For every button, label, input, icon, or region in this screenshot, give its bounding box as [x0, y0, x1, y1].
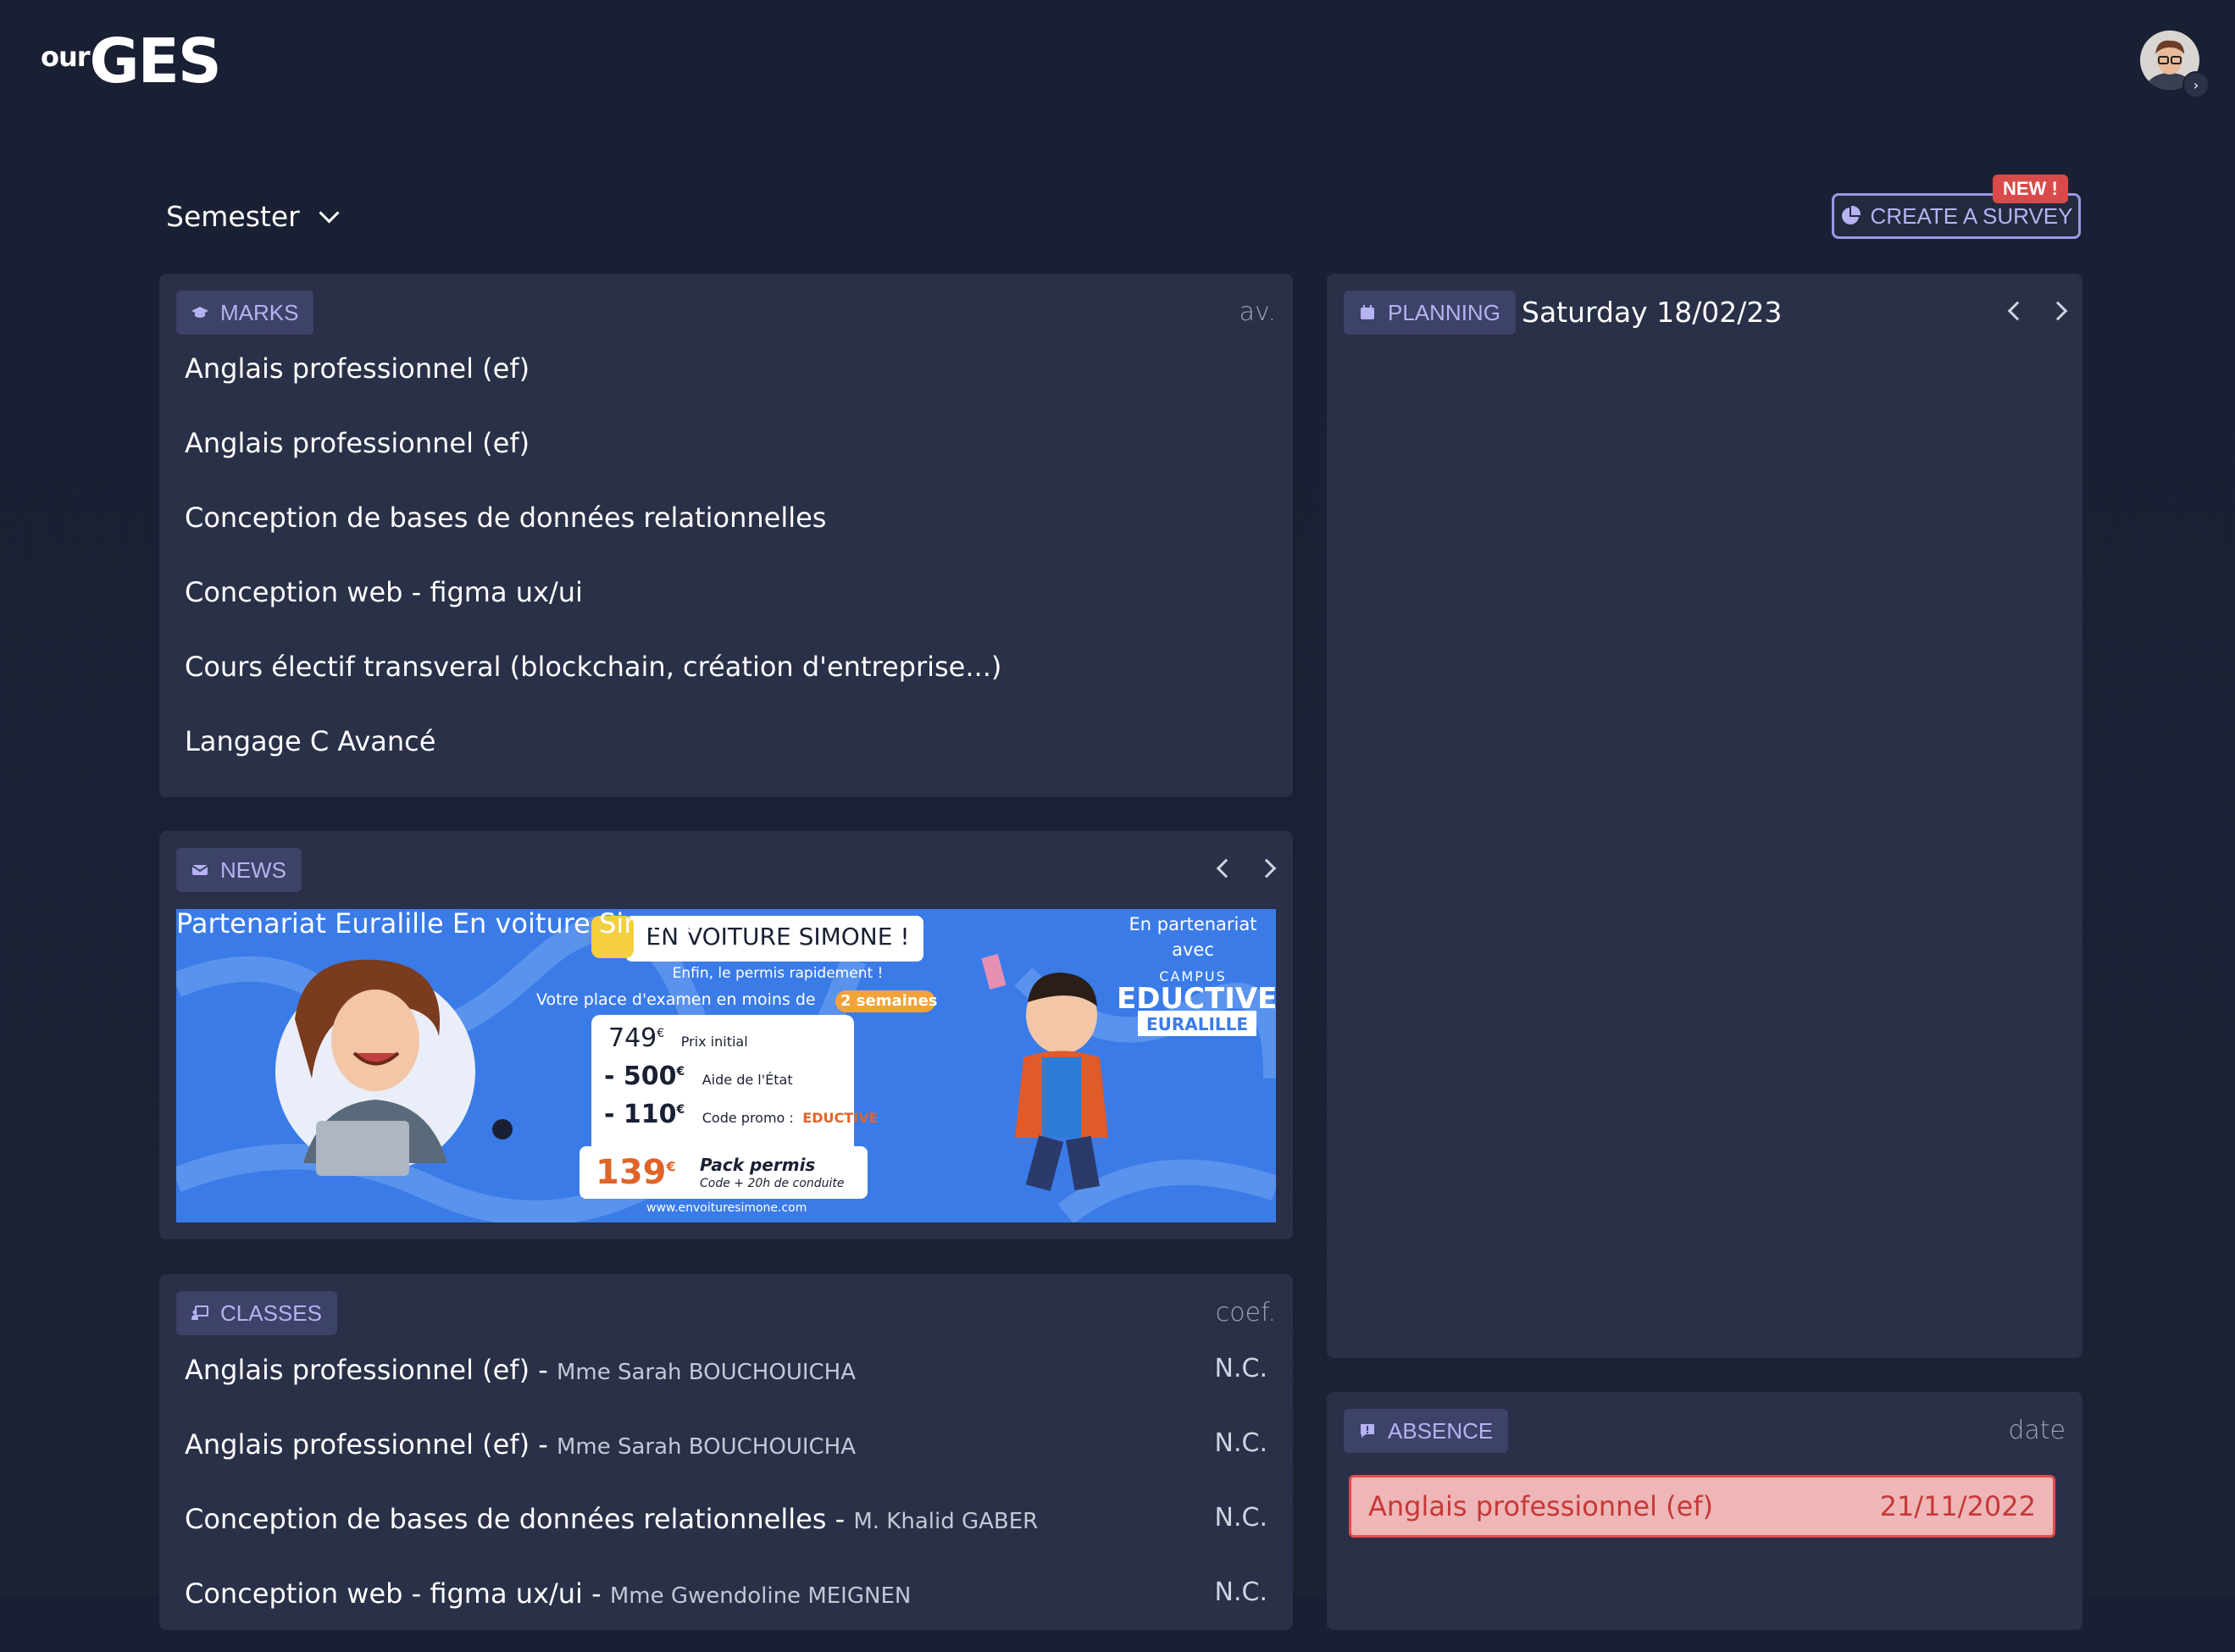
promo-discount: - 110€ Code promo : EDUCTIVE [604, 1100, 878, 1129]
absence-date: 21/11/2022 [1879, 1490, 2036, 1522]
marks-chip: MARKS [176, 291, 314, 335]
new-badge: NEW ! [1993, 175, 2068, 203]
marks-chip-label: MARKS [220, 299, 299, 325]
previous-day-icon[interactable] [2005, 301, 2027, 321]
next-arrow-icon[interactable] [1256, 858, 1279, 879]
class-item[interactable]: Conception de bases de données relationn… [185, 1503, 1267, 1577]
banner-exam-weeks: 2 semaines [840, 992, 938, 1010]
pack-price: 139€ [596, 1153, 676, 1192]
banner-exam-text: Votre place d'examen en moins de [536, 990, 816, 1009]
class-name: Anglais professionnel (ef) - [185, 1428, 557, 1461]
date-column-label: date [2008, 1416, 2066, 1445]
mark-item[interactable]: Langage C Avancé [185, 726, 1001, 801]
previous-arrow-icon[interactable] [1213, 858, 1236, 879]
mark-item[interactable]: Conception web - figma ux/ui [185, 577, 1001, 651]
logo-prefix: our [41, 41, 91, 73]
currency-symbol: € [657, 1027, 665, 1040]
news-card: NEWS EN VOITURE SIMONE ! Enfin, le permi… [159, 831, 1293, 1239]
calendar-icon [1361, 305, 1374, 319]
website-text: www.envoituresimone.com [646, 1201, 807, 1215]
absence-card: ABSENCE date Anglais professionnel (ef) … [1327, 1392, 2082, 1630]
graduation-cap-icon [191, 307, 208, 318]
news-nav [1213, 858, 1279, 879]
class-coef: N.C. [1214, 1503, 1267, 1533]
class-name: Anglais professionnel (ef) - [185, 1354, 557, 1386]
absence-chip: ABSENCE [1344, 1409, 1509, 1453]
news-banner-image[interactable]: EN VOITURE SIMONE ! Enfin, le permis rap… [176, 909, 1276, 1222]
state-aid: - 500€ Aide de l'État [604, 1062, 793, 1091]
currency-symbol: € [676, 1065, 685, 1078]
promo-label: Code promo : [702, 1110, 794, 1126]
semester-dropdown[interactable]: Semester [166, 200, 340, 233]
pie-chart-icon [1841, 206, 1861, 225]
coef-column-label: coef. [1215, 1298, 1276, 1328]
mark-item[interactable]: Anglais professionnel (ef) [185, 428, 1001, 502]
marks-card: MARKS av. Anglais professionnel (ef) Ang… [159, 274, 1293, 797]
classes-chip-label: CLASSES [220, 1300, 322, 1326]
classes-card: CLASSES coef. Anglais professionnel (ef)… [159, 1274, 1293, 1630]
classes-chip: CLASSES [176, 1291, 337, 1335]
chevron-down-icon [319, 202, 340, 224]
absence-chip-label: ABSENCE [1388, 1417, 1494, 1444]
class-coef: N.C. [1214, 1577, 1267, 1607]
class-teacher: M. Khalid GABER [853, 1509, 1039, 1534]
mark-item[interactable]: Conception de bases de données relationn… [185, 502, 1001, 577]
class-teacher: Mme Sarah BOUCHOUICHA [556, 1360, 857, 1385]
planning-chip-label: PLANNING [1388, 299, 1500, 325]
price-initial-label: Prix initial [680, 1034, 748, 1050]
eductive-label: EDUCTIVE [1117, 982, 1276, 1016]
class-item[interactable]: Conception web - figma ux/ui - Mme Gwend… [185, 1577, 1267, 1652]
class-item[interactable]: Anglais professionnel (ef) - Mme Sarah B… [185, 1428, 1267, 1503]
state-aid-label: Aide de l'État [702, 1072, 793, 1088]
chevron-right-icon[interactable]: › [2182, 71, 2210, 98]
classes-list: Anglais professionnel (ef) - Mme Sarah B… [185, 1354, 1267, 1652]
pack-price-value: 139 [596, 1153, 667, 1192]
news-chip-label: NEWS [220, 856, 286, 883]
class-name: Conception web - figma ux/ui - [185, 1577, 610, 1610]
class-coef: N.C. [1214, 1428, 1267, 1458]
class-item[interactable]: Anglais professionnel (ef) - Mme Sarah B… [185, 1354, 1267, 1428]
survey-button-label: CREATE A SURVEY [1870, 202, 2073, 229]
pack-sub: Code + 20h de conduite [700, 1177, 845, 1190]
planning-date: Saturday 18/02/23 [1522, 296, 1783, 329]
class-teacher: Mme Gwendoline MEIGNEN [609, 1583, 912, 1609]
partner-line-1: En partenariat [1129, 914, 1257, 934]
state-aid-value: - 500 [604, 1062, 677, 1091]
logo-main: GES [89, 25, 222, 97]
class-teacher: Mme Sarah BOUCHOUICHA [556, 1434, 857, 1460]
currency-symbol: € [666, 1158, 676, 1175]
marks-list: Anglais professionnel (ef) Anglais profe… [185, 353, 1001, 801]
app-logo[interactable]: our GES [41, 25, 222, 97]
price-initial: 749€ Prix initial [608, 1023, 748, 1053]
next-day-icon[interactable] [2048, 301, 2071, 321]
absence-course: Anglais professionnel (ef) [1368, 1490, 1714, 1522]
average-column-label: av. [1239, 297, 1276, 327]
news-title[interactable]: Partenariat Euralille En voiture Simone [176, 907, 701, 940]
planning-chip: PLANNING [1344, 291, 1516, 335]
absence-item[interactable]: Anglais professionnel (ef) 21/11/2022 [1349, 1475, 2055, 1538]
currency-symbol: € [676, 1103, 685, 1117]
planning-card: PLANNING Saturday 18/02/23 [1327, 274, 2082, 1358]
chalkboard-icon [191, 1306, 208, 1320]
alert-message-icon [1361, 1424, 1374, 1438]
news-chip: NEWS [176, 848, 302, 892]
promo-value: - 110 [604, 1100, 677, 1129]
class-coef: N.C. [1214, 1354, 1267, 1383]
envelope-icon [191, 865, 208, 875]
banner-tagline: Enfin, le permis rapidement ! [672, 965, 884, 982]
price-initial-value: 749 [608, 1023, 657, 1053]
planning-nav [2005, 301, 2071, 321]
semester-label: Semester [166, 200, 300, 233]
euralille-label: EURALILLE [1145, 1014, 1249, 1034]
mark-item[interactable]: Cours électif transveral (blockchain, cr… [185, 651, 1001, 726]
promo-code: EDUCTIVE [802, 1110, 879, 1126]
mark-item[interactable]: Anglais professionnel (ef) [185, 353, 1001, 428]
pack-label: Pack permis [700, 1155, 816, 1175]
class-name: Conception de bases de données relationn… [185, 1503, 854, 1535]
partner-line-2: avec [1172, 940, 1214, 960]
